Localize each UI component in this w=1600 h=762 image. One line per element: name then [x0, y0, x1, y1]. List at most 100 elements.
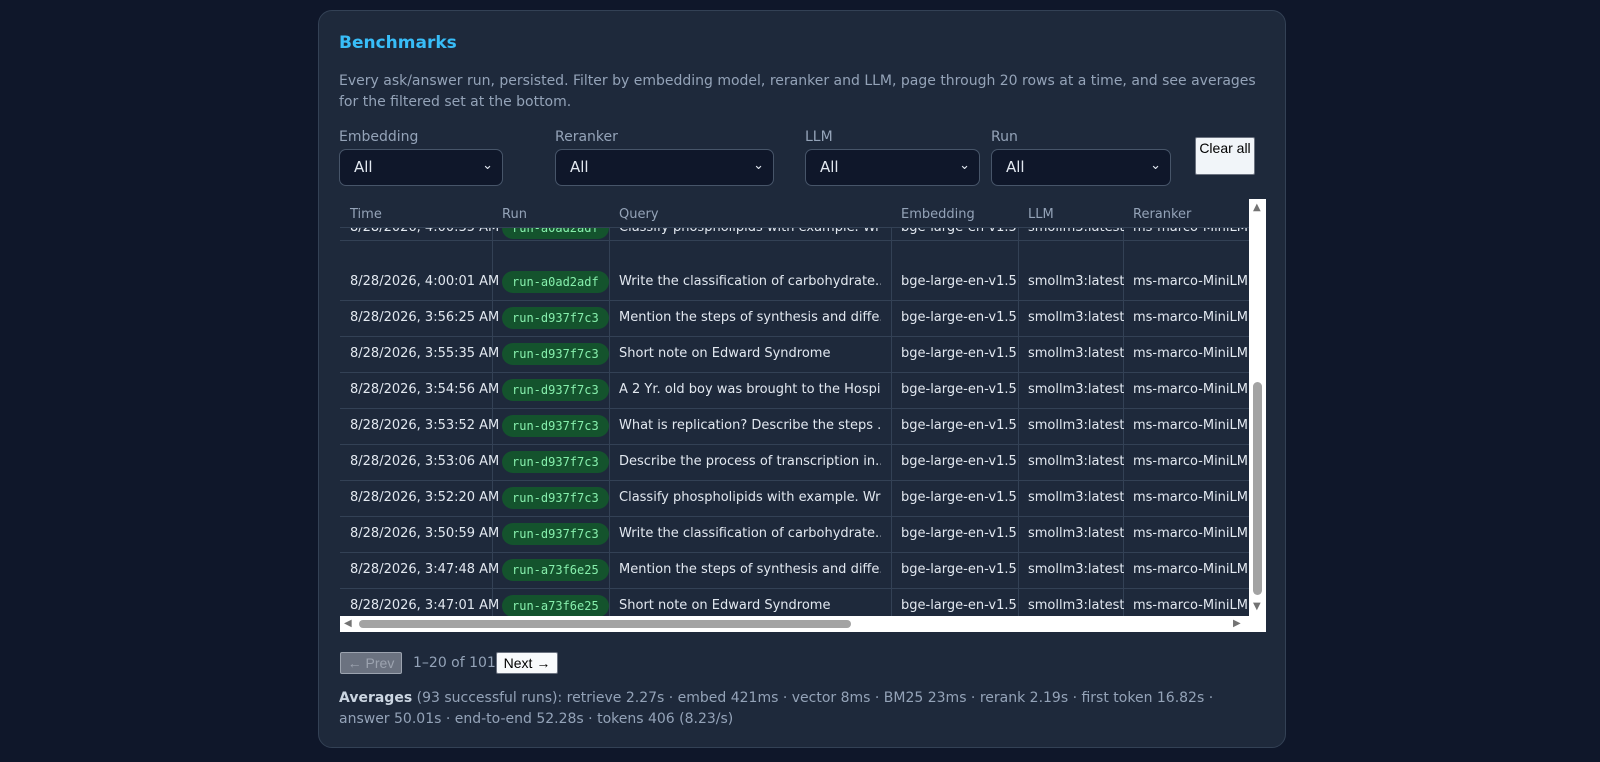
- reranker-cell: ms-marco-MiniLM: [1133, 598, 1248, 613]
- time-cell: 8/28/2026, 3:54:56 AM: [350, 382, 500, 397]
- run-filter-label: Run: [991, 129, 1018, 145]
- table-row[interactable]: 8/28/2026, 3:56:25 AM run-d937f7c3 Mention…: [340, 300, 1249, 337]
- query-cell: Mention the steps of synthesis and diffe…: [619, 562, 881, 577]
- page-info: 1–20 of 101: [413, 655, 496, 671]
- llm-cell: smollm3:latest: [1028, 562, 1125, 577]
- run-filter-select[interactable]: All ⌄: [991, 149, 1171, 186]
- reranker-cell: ms-marco-MiniLM: [1133, 382, 1248, 397]
- reranker-filter-value: All: [570, 158, 589, 176]
- table-row[interactable]: 8/28/2026, 3:47:01 AM run-a73f6e25 Short n…: [340, 588, 1249, 616]
- llm-cell: smollm3:latest: [1028, 490, 1125, 505]
- chevron-down-icon: ⌄: [1150, 158, 1161, 173]
- time-cell: 8/28/2026, 3:52:20 AM: [350, 490, 500, 505]
- time-cell: 8/28/2026, 3:50:59 AM: [350, 526, 500, 541]
- llm-cell: smollm3:latest: [1028, 310, 1125, 325]
- column-header-embedding[interactable]: Embedding: [901, 207, 975, 222]
- column-header-reranker[interactable]: Reranker: [1133, 207, 1191, 222]
- llm-cell: smollm3:latest: [1028, 382, 1125, 397]
- embedding-cell: bge-large-en-v1.5: [901, 346, 1017, 361]
- prev-page-button[interactable]: ← Prev: [340, 652, 402, 674]
- scroll-right-arrow-icon[interactable]: ▶: [1233, 619, 1241, 629]
- llm-cell: smollm3:latest: [1028, 526, 1125, 541]
- scroll-up-arrow-icon[interactable]: ▲: [1253, 203, 1261, 213]
- table-row[interactable]: 8/28/2026, 3:50:59 AM run-d937f7c3 Write t…: [340, 516, 1249, 553]
- clear-all-button[interactable]: Clear all: [1195, 137, 1255, 175]
- time-cell: 8/28/2026, 3:53:52 AM: [350, 418, 500, 433]
- time-cell: 8/28/2026, 4:00:01 AM: [350, 274, 500, 289]
- panel-title: Benchmarks: [339, 33, 457, 53]
- reranker-filter-label: Reranker: [555, 129, 618, 145]
- table-row[interactable]: 8/28/2026, 4:00:01 AM run-a0ad2adf Write t…: [340, 264, 1249, 301]
- averages-summary: Averages (93 successful runs): retrieve …: [339, 688, 1259, 730]
- column-header-llm[interactable]: LLM: [1028, 207, 1054, 222]
- scroll-left-arrow-icon[interactable]: ◀: [344, 619, 352, 629]
- reranker-cell: ms-marco-MiniLM: [1133, 562, 1248, 577]
- column-header-run[interactable]: Run: [502, 207, 527, 222]
- query-cell: Short note on Edward Syndrome: [619, 346, 831, 361]
- column-header-time[interactable]: Time: [350, 207, 382, 222]
- chevron-down-icon: ⌄: [959, 158, 970, 173]
- query-cell: Write the classification of carbohydrate…: [619, 526, 881, 541]
- run-badge: run-d937f7c3: [502, 523, 609, 545]
- time-cell: 8/28/2026, 3:47:01 AM: [350, 598, 500, 613]
- panel-description: Every ask/answer run, persisted. Filter …: [339, 73, 1256, 110]
- run-filter-value: All: [1006, 158, 1025, 176]
- run-badge: run-d937f7c3: [502, 415, 609, 437]
- time-cell: 8/28/2026, 3:53:06 AM: [350, 454, 500, 469]
- averages-label: Averages: [339, 690, 413, 706]
- chevron-down-icon: ⌄: [753, 158, 764, 173]
- embedding-filter-value: All: [354, 158, 373, 176]
- run-badge: run-d937f7c3: [502, 451, 609, 473]
- query-cell: Describe the process of transcription in…: [619, 454, 881, 469]
- scroll-down-arrow-icon[interactable]: ▼: [1253, 602, 1261, 612]
- time-cell: 8/28/2026, 3:47:48 AM: [350, 562, 500, 577]
- embedding-filter-label: Embedding: [339, 129, 419, 145]
- column-header-query[interactable]: Query: [619, 207, 659, 222]
- query-cell: A 2 Yr. old boy was brought to the Hospi…: [619, 382, 881, 397]
- embedding-cell: bge-large-en-v1.5: [901, 526, 1017, 541]
- llm-filter-select[interactable]: All ⌄: [805, 149, 980, 186]
- next-page-button[interactable]: Next →: [496, 652, 558, 674]
- query-cell: What is replication? Describe the steps …: [619, 418, 881, 433]
- horizontal-scrollbar[interactable]: ◀ ▶: [340, 616, 1249, 632]
- llm-cell: smollm3:latest: [1028, 598, 1125, 613]
- embedding-cell: bge-large-en-v1.5: [901, 418, 1017, 433]
- llm-cell: smollm3:latest: [1028, 418, 1125, 433]
- vertical-scroll-thumb[interactable]: [1253, 382, 1262, 595]
- query-cell: Short note on Edward Syndrome: [619, 598, 831, 613]
- vertical-scrollbar[interactable]: ▲ ▼: [1249, 199, 1266, 616]
- horizontal-scroll-thumb[interactable]: [359, 620, 851, 628]
- reranker-cell: ms-marco-MiniLM: [1133, 418, 1248, 433]
- table-row[interactable]: 8/28/2026, 3:47:48 AM run-a73f6e25 Mention…: [340, 552, 1249, 589]
- table-row[interactable]: 8/28/2026, 3:52:20 AM run-d937f7c3 Classif…: [340, 480, 1249, 517]
- time-cell: 8/28/2026, 3:55:35 AM: [350, 346, 500, 361]
- table-row[interactable]: 8/28/2026, 3:53:06 AM run-d937f7c3 Describ…: [340, 444, 1249, 481]
- query-cell: Mention the steps of synthesis and diffe…: [619, 310, 881, 325]
- query-cell: Classify phospholipids with example. Wri…: [619, 490, 881, 505]
- time-cell: 8/28/2026, 3:56:25 AM: [350, 310, 500, 325]
- averages-text: (93 successful runs): retrieve 2.27s · e…: [339, 690, 1214, 727]
- embedding-cell: bge-large-en-v1.5: [901, 310, 1017, 325]
- run-badge: run-d937f7c3: [502, 343, 609, 365]
- reranker-cell: ms-marco-MiniLM: [1133, 490, 1248, 505]
- chevron-down-icon: ⌄: [482, 158, 493, 173]
- reranker-cell: ms-marco-MiniLM: [1133, 274, 1248, 289]
- embedding-cell: bge-large-en-v1.5: [901, 562, 1017, 577]
- run-badge: run-a73f6e25: [502, 595, 609, 616]
- run-badge: run-a73f6e25: [502, 559, 609, 581]
- llm-filter-value: All: [820, 158, 839, 176]
- run-badge: run-d937f7c3: [502, 307, 609, 329]
- table-row[interactable]: 8/28/2026, 3:54:56 AM run-d937f7c3 A 2 Yr.…: [340, 372, 1249, 409]
- benchmarks-table: 8/28/2026, 4:00:35 AMrun-a0ad2adfClassif…: [340, 199, 1249, 616]
- reranker-filter-select[interactable]: All ⌄: [555, 149, 774, 186]
- table-row[interactable]: 8/28/2026, 3:55:35 AM run-d937f7c3 Short n…: [340, 336, 1249, 373]
- embedding-filter-select[interactable]: All ⌄: [339, 149, 503, 186]
- run-badge: run-d937f7c3: [502, 379, 609, 401]
- benchmarks-table-container: 8/28/2026, 4:00:35 AMrun-a0ad2adfClassif…: [340, 199, 1266, 632]
- run-badge: run-d937f7c3: [502, 487, 609, 509]
- embedding-cell: bge-large-en-v1.5: [901, 490, 1017, 505]
- llm-filter-label: LLM: [805, 129, 833, 145]
- embedding-cell: bge-large-en-v1.5: [901, 454, 1017, 469]
- embedding-cell: bge-large-en-v1.5: [901, 382, 1017, 397]
- table-row[interactable]: 8/28/2026, 3:53:52 AM run-d937f7c3 What is…: [340, 408, 1249, 445]
